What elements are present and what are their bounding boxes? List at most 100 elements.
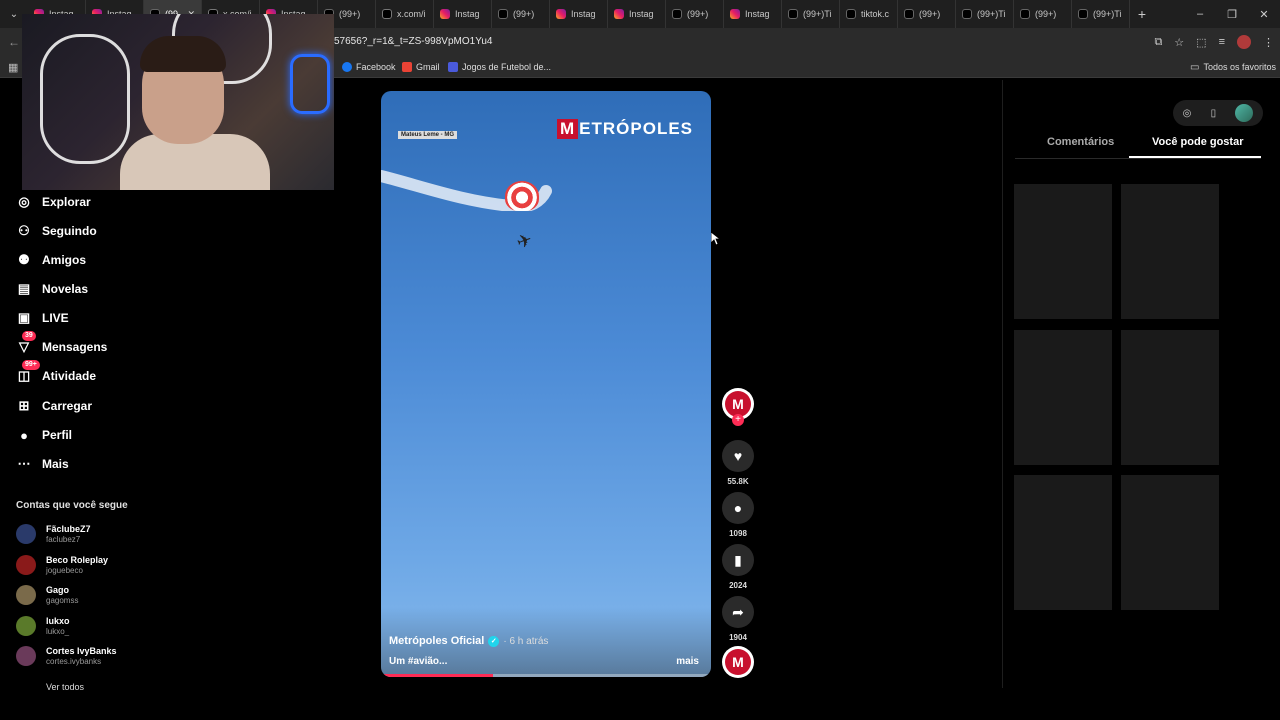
- live-icon: ▣: [17, 310, 31, 325]
- browser-tab[interactable]: (99+): [1014, 0, 1072, 28]
- browser-tab[interactable]: Instag: [608, 0, 666, 28]
- right-panel: ◎ ▯ Comentários Você pode gostar: [1002, 80, 1280, 688]
- media-icon[interactable]: ≡: [1219, 36, 1225, 48]
- tab-label: (99+): [339, 9, 361, 19]
- sound-disc-logo: M: [725, 649, 751, 675]
- see-all-link[interactable]: Ver todos: [46, 682, 84, 690]
- account-name: lukxo: [46, 616, 70, 626]
- suggested-video-thumb[interactable]: [1014, 475, 1112, 610]
- compass-icon[interactable]: ◎: [1183, 108, 1192, 119]
- follow-plus-button[interactable]: +: [732, 414, 744, 426]
- tab-label: (99+): [687, 9, 709, 19]
- suggested-video-thumb[interactable]: [1014, 330, 1112, 465]
- browser-tab[interactable]: Instag: [550, 0, 608, 28]
- browser-menu-icon[interactable]: ⋮: [1263, 36, 1274, 49]
- browser-tab[interactable]: (99+)Ti: [1072, 0, 1130, 28]
- followed-account[interactable]: Beco Roleplay joguebeco: [16, 551, 108, 579]
- user-avatar[interactable]: [1235, 104, 1254, 122]
- sidebar-item-novelas[interactable]: ▤ Novelas: [16, 279, 88, 299]
- sidebar-item-label: Carregar: [42, 399, 93, 413]
- tab-suggested[interactable]: Você pode gostar: [1152, 136, 1243, 158]
- sidebar-item-explorar[interactable]: ◎ Explorar: [16, 192, 90, 212]
- location-tag: Mateus Leme - MG: [398, 131, 458, 139]
- browser-profile-avatar[interactable]: [1237, 35, 1251, 49]
- sidebar-item-seguindo[interactable]: ⚇ Seguindo: [16, 221, 97, 241]
- extensions-icon[interactable]: ⬚: [1196, 36, 1206, 49]
- followed-account[interactable]: FãclubeZ7 faclubez7: [16, 520, 91, 548]
- messages-icon: ▽: [19, 339, 29, 354]
- save-button[interactable]: ▮: [722, 544, 754, 576]
- avatar: [16, 555, 36, 575]
- address-bar[interactable]: 57656?_r=1&_t=ZS-998VpMO1Yu4: [334, 28, 492, 56]
- sidebar-item-label: Mais: [42, 457, 69, 471]
- sidebar-item-mais[interactable]: ⋯ Mais: [16, 454, 69, 474]
- all-bookmarks[interactable]: ▭ Todos os favoritos: [1190, 56, 1276, 78]
- new-tab-button[interactable]: +: [1130, 6, 1154, 22]
- account-handle: lukxo_: [46, 627, 70, 636]
- followed-account[interactable]: Gago gagomss: [16, 581, 78, 609]
- browser-tab[interactable]: (99+)Ti: [782, 0, 840, 28]
- tiktok-icon: [498, 9, 508, 19]
- tiktok-icon: [962, 9, 972, 19]
- video-caption: Um #avião...: [389, 656, 448, 667]
- sidebar-item-atividade[interactable]: ◫ 99+ Atividade: [16, 360, 96, 386]
- tab-comments[interactable]: Comentários: [1047, 136, 1114, 158]
- cast-icon[interactable]: ⧉: [1154, 36, 1162, 49]
- suggested-video-thumb[interactable]: [1121, 330, 1219, 465]
- sidebar-item-label: Mensagens: [42, 340, 108, 354]
- comment-icon: ●: [733, 500, 743, 516]
- comment-button[interactable]: ●: [722, 492, 754, 524]
- bookmark-jogos[interactable]: Jogos de Futebol de...: [448, 56, 551, 78]
- right-panel-controls: ◎ ▯: [1173, 100, 1263, 126]
- apps-grid-icon[interactable]: ▦: [8, 61, 18, 74]
- avatar: [16, 585, 36, 605]
- bookmark-label: Jogos de Futebol de...: [462, 62, 552, 72]
- account-handle: joguebeco: [46, 566, 83, 575]
- browser-tab[interactable]: Instag: [434, 0, 492, 28]
- browser-tab[interactable]: Instag: [724, 0, 782, 28]
- browser-tab[interactable]: (99+): [898, 0, 956, 28]
- active-tab-underline: [1129, 156, 1261, 158]
- followed-account[interactable]: lukxo lukxo_: [16, 612, 70, 640]
- bookmark-icon: ▮: [734, 551, 742, 568]
- sidebar-item-mensagens[interactable]: ▽ 39 Mensagens: [16, 331, 108, 357]
- like-button[interactable]: ♥: [722, 440, 754, 472]
- tab-label: Instag: [745, 9, 770, 19]
- compass-icon: ◎: [18, 194, 30, 209]
- account-handle: cortes.ivybanks: [46, 657, 102, 666]
- airplane: ✈: [513, 229, 535, 254]
- site-icon: [448, 62, 458, 72]
- instagram-icon: [556, 9, 566, 19]
- video-player[interactable]: ✈ Mateus Leme - MG M ETRÓPOLES Metrópole…: [381, 91, 711, 677]
- sidebar-item-amigos[interactable]: ⚉ Amigos: [16, 250, 86, 270]
- share-button[interactable]: ➦: [722, 596, 754, 628]
- sidebar-item-live[interactable]: ▣ LIVE: [16, 308, 69, 328]
- more-caption-link[interactable]: mais: [676, 656, 699, 667]
- browser-tab[interactable]: x.com/i: [376, 0, 434, 28]
- browser-tab[interactable]: (99+): [666, 0, 724, 28]
- suggested-video-thumb[interactable]: [1014, 184, 1112, 319]
- sound-disc[interactable]: M: [722, 646, 754, 678]
- close-window-button[interactable]: ✕: [1248, 8, 1280, 21]
- minimize-button[interactable]: –: [1184, 8, 1216, 21]
- tiktok-icon: [1078, 9, 1088, 19]
- bookmark-facebook[interactable]: Facebook: [342, 56, 396, 78]
- suggested-video-thumb[interactable]: [1121, 475, 1219, 610]
- verified-icon: ✓: [488, 635, 500, 647]
- sidebar-item-perfil[interactable]: ● Perfil: [16, 425, 72, 445]
- followed-account[interactable]: Cortes IvyBanks cortes.ivybanks: [16, 642, 117, 670]
- browser-tab[interactable]: tiktok.c: [840, 0, 898, 28]
- suggested-video-thumb[interactable]: [1121, 184, 1219, 319]
- video-progress-bar[interactable]: [381, 674, 711, 677]
- bookmark-star-icon[interactable]: ☆: [1174, 36, 1184, 49]
- maximize-button[interactable]: ❐: [1216, 8, 1248, 21]
- author-name[interactable]: Metrópoles Oficial: [389, 635, 484, 647]
- browser-tab[interactable]: (99+): [492, 0, 550, 28]
- browser-tab[interactable]: (99+)Ti: [956, 0, 1014, 28]
- heart-icon: ♥: [733, 448, 743, 464]
- bookmark-gmail[interactable]: Gmail: [402, 56, 440, 78]
- logo-mark: M: [557, 119, 579, 139]
- device-icon[interactable]: ▯: [1211, 108, 1217, 119]
- sidebar-item-carregar[interactable]: ⊞ Carregar: [16, 396, 92, 416]
- tiktok-icon: [788, 9, 798, 19]
